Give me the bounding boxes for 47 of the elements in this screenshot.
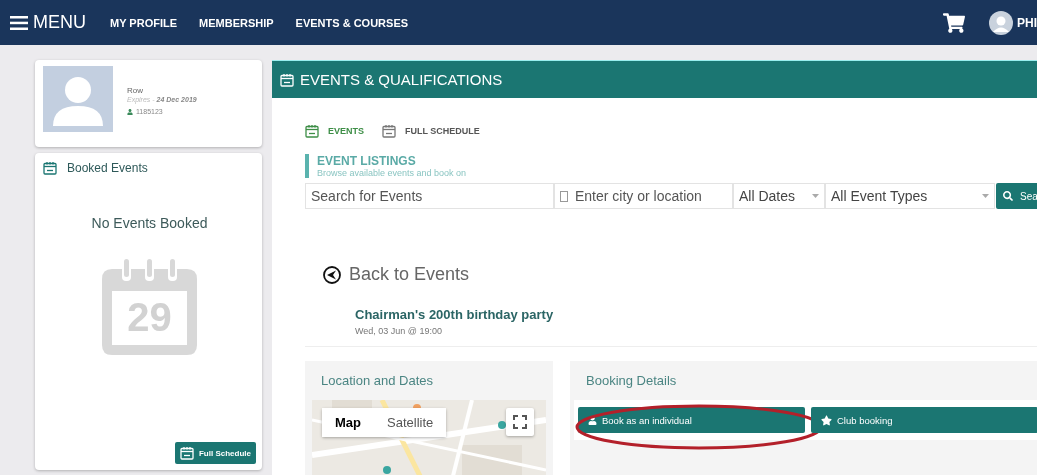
fullscreen-button[interactable] bbox=[506, 408, 534, 436]
panel-title: Booking Details bbox=[585, 372, 678, 390]
empty-message: No Events Booked bbox=[90, 215, 209, 231]
event-type-dropdown[interactable]: All Event Types bbox=[825, 183, 995, 209]
booking-button[interactable]: Club booking bbox=[811, 407, 1037, 433]
event-date: Wed, 03 Jun @ 19:00 bbox=[355, 326, 444, 336]
fullscreen-icon bbox=[513, 415, 527, 429]
calendar-icon bbox=[305, 124, 319, 138]
location-field[interactable]: Enter city or location bbox=[554, 183, 733, 209]
panel-title: Location and Dates bbox=[320, 372, 435, 390]
member-name: Row bbox=[127, 86, 144, 95]
event-title: Chairman's 200th birthday party bbox=[355, 307, 555, 322]
search-button[interactable]: Sea bbox=[996, 183, 1037, 209]
menu-icon bbox=[10, 15, 28, 30]
panel-title: EVENTS & QUALIFICATIONS bbox=[300, 71, 503, 88]
person-icon bbox=[588, 415, 597, 425]
section-title: EVENT LISTINGS bbox=[317, 154, 417, 168]
calendar-icon bbox=[102, 259, 197, 355]
tab[interactable]: EVENTS bbox=[305, 124, 364, 138]
menu-button[interactable]: MENU bbox=[10, 12, 86, 33]
map-type-tab[interactable]: Satellite bbox=[374, 408, 447, 437]
star-icon bbox=[821, 414, 832, 426]
tab[interactable]: FULL SCHEDULE bbox=[382, 124, 480, 138]
card-title: Booked Events bbox=[67, 161, 148, 175]
calendar-icon bbox=[382, 124, 396, 138]
avatar-icon bbox=[989, 10, 1013, 35]
nav-link[interactable]: MY PROFILE bbox=[110, 16, 178, 29]
back-link[interactable]: Back to Events bbox=[323, 264, 1037, 285]
calendar-icon bbox=[280, 72, 294, 87]
search-icon bbox=[1003, 191, 1013, 201]
map-type-tab[interactable]: Map bbox=[322, 408, 374, 437]
avatar-icon bbox=[43, 66, 113, 132]
cart-icon[interactable] bbox=[943, 11, 965, 34]
person-icon bbox=[127, 108, 133, 115]
back-icon bbox=[323, 265, 341, 284]
full-schedule-button[interactable]: Full Schedule bbox=[175, 442, 256, 464]
placeholder-glyph-icon bbox=[560, 191, 568, 202]
search-field[interactable]: Search for Events bbox=[305, 183, 554, 209]
caret-icon bbox=[982, 194, 989, 198]
caret-icon bbox=[812, 194, 819, 198]
dates-dropdown[interactable]: All Dates bbox=[733, 183, 825, 209]
section-subtitle: Browse available events and book on bbox=[317, 168, 468, 178]
user-menu[interactable]: PHI bbox=[989, 10, 1037, 35]
calendar-icon bbox=[43, 161, 57, 175]
nav-link[interactable]: MEMBERSHIP bbox=[199, 16, 274, 29]
nav-link[interactable]: EVENTS & COURSES bbox=[295, 16, 409, 29]
calendar-icon bbox=[180, 446, 194, 460]
